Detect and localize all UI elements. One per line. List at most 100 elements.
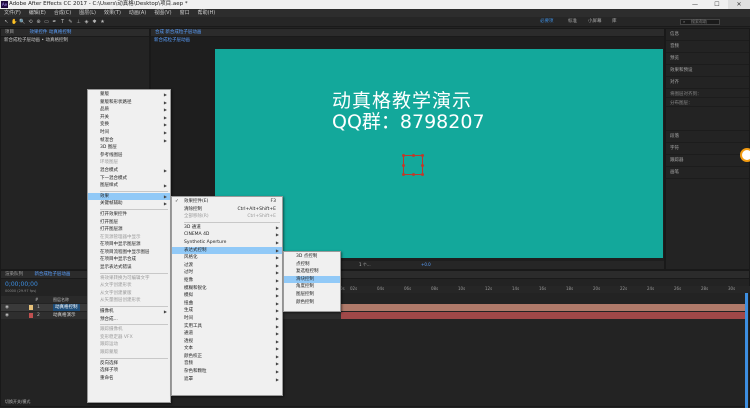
comp-subtab[interactable]: 新合成粒子层动画 bbox=[151, 37, 664, 45]
menu-item[interactable]: 在项目中显示合成 bbox=[88, 256, 170, 264]
viewer-exposure[interactable]: +0.0 bbox=[421, 261, 431, 269]
timeline-footer[interactable]: 切换开关/模式 bbox=[5, 399, 30, 405]
timecode-display[interactable]: 0;00;00;00 bbox=[5, 281, 38, 288]
menu-item[interactable]: 3D 图层 bbox=[88, 144, 170, 152]
menu-effect[interactable]: 效果(T) bbox=[104, 9, 121, 17]
handle-icon[interactable] bbox=[402, 154, 405, 157]
col-layer-name[interactable]: 图层名称 bbox=[53, 296, 69, 303]
menu-item-expression-controls[interactable]: 表达式控制 ▶ bbox=[172, 246, 282, 255]
camera-tool-icon[interactable]: ⊕ bbox=[35, 19, 42, 25]
menu-item[interactable]: 图层控制 bbox=[284, 291, 340, 299]
menu-item[interactable]: 抠像 ▶ bbox=[172, 277, 282, 285]
menu-item[interactable]: 过时 ▶ bbox=[172, 269, 282, 277]
tab-effect-controls[interactable]: 效果控件 动真格控制 bbox=[29, 30, 71, 35]
tab-composition[interactable]: 合成 新合成粒子层动画 bbox=[155, 30, 201, 35]
panel-audio[interactable]: 音频 bbox=[666, 41, 749, 53]
menu-item[interactable]: 过渡 ▶ bbox=[172, 262, 282, 270]
menu-item-effect[interactable]: 效果 ▶ bbox=[88, 192, 170, 201]
null-layer-box[interactable] bbox=[402, 154, 424, 176]
menu-composition[interactable]: 合成(C) bbox=[54, 9, 71, 17]
viewer-views-select[interactable]: 1 个... bbox=[359, 261, 371, 269]
panel-align[interactable]: 对齐 bbox=[666, 77, 749, 89]
menu-item[interactable]: 音频 ▶ bbox=[172, 360, 282, 368]
menu-item[interactable]: 选择子项 bbox=[88, 367, 170, 375]
handle-icon[interactable] bbox=[402, 164, 405, 167]
workspace-standard[interactable]: 标准 bbox=[568, 19, 577, 25]
roto-tool-icon[interactable]: ✱ bbox=[91, 19, 98, 25]
menu-animation[interactable]: 动画(A) bbox=[129, 9, 146, 17]
current-time-indicator[interactable] bbox=[745, 293, 748, 408]
menu-item[interactable]: 在项目流程图中显示图层 bbox=[88, 249, 170, 257]
floating-assistant-icon[interactable] bbox=[740, 148, 750, 162]
handle-icon[interactable] bbox=[421, 173, 424, 176]
menu-item[interactable]: 图层样式 ▶ bbox=[88, 182, 170, 190]
hand-tool-icon[interactable]: ✋ bbox=[11, 19, 18, 25]
layer-name[interactable]: 动真格控制 bbox=[53, 304, 80, 311]
menu-window[interactable]: 窗口 bbox=[180, 9, 190, 17]
menu-item[interactable]: 摄像机 ▶ bbox=[88, 308, 170, 316]
menu-item[interactable]: 重命名 bbox=[88, 375, 170, 383]
eye-icon[interactable]: ◉ bbox=[5, 312, 9, 319]
menu-item[interactable]: 打开效果控件 bbox=[88, 211, 170, 219]
shape-tool-icon[interactable]: ▭ bbox=[43, 19, 50, 25]
menu-item[interactable]: 点控制 bbox=[284, 261, 340, 269]
menu-item[interactable]: 变换 ▶ bbox=[88, 121, 170, 129]
menu-edit[interactable]: 编辑(E) bbox=[29, 9, 46, 17]
brush-tool-icon[interactable]: ✎ bbox=[67, 19, 74, 25]
panel-effects-presets[interactable]: 效果和预设 bbox=[666, 65, 749, 77]
text-tool-icon[interactable]: T bbox=[59, 19, 66, 25]
menu-item[interactable]: 实用工具 ▶ bbox=[172, 323, 282, 331]
menu-item[interactable]: 遮罩 ▶ bbox=[172, 376, 282, 384]
menu-item[interactable]: 蒙版和形状路径 ▶ bbox=[88, 99, 170, 107]
stamp-tool-icon[interactable]: ⊥ bbox=[75, 19, 82, 25]
menu-item[interactable]: 时间 ▶ bbox=[88, 129, 170, 137]
zoom-tool-icon[interactable]: 🔍 bbox=[19, 19, 26, 25]
menu-item[interactable]: 生成 ▶ bbox=[172, 307, 282, 315]
menu-item-slider-control[interactable]: 滑块控制 bbox=[284, 275, 340, 284]
menu-item[interactable]: 品质 ▶ bbox=[88, 106, 170, 114]
tab-timeline-comp[interactable]: 新合成粒子层动画 bbox=[34, 272, 70, 277]
menu-item[interactable]: 帧混合 ▶ bbox=[88, 137, 170, 145]
handle-icon[interactable] bbox=[412, 154, 415, 157]
menu-file[interactable]: 文件(F) bbox=[4, 9, 21, 17]
menu-item[interactable]: 在项目中显示图层源 bbox=[88, 241, 170, 249]
menu-item[interactable]: 3D 通道 ▶ bbox=[172, 224, 282, 232]
puppet-tool-icon[interactable]: ★ bbox=[99, 19, 106, 25]
menu-item[interactable]: 复选框控制 bbox=[284, 268, 340, 276]
search-help-input[interactable]: ⌕ 搜索帮助 bbox=[680, 19, 720, 25]
label-color-swatch[interactable] bbox=[29, 305, 33, 310]
workspace-essentials[interactable]: 必要项 bbox=[540, 19, 554, 25]
menu-view[interactable]: 视图(V) bbox=[154, 9, 171, 17]
menu-item[interactable]: ✓ 效果控件(E) F3 bbox=[172, 198, 282, 206]
menu-item[interactable]: 清除控制 Ctrl+Alt+Shift+E bbox=[172, 206, 282, 214]
menu-item[interactable]: 参考线图层 bbox=[88, 152, 170, 160]
menu-item[interactable]: 时间 ▶ bbox=[172, 315, 282, 323]
panel-paragraph[interactable]: 段落 bbox=[666, 131, 749, 143]
menu-item[interactable]: 模拟 ▶ bbox=[172, 292, 282, 300]
menu-item[interactable]: 关键帧辅助 ▶ bbox=[88, 200, 170, 208]
menu-item[interactable]: 颜色校正 ▶ bbox=[172, 353, 282, 361]
menu-item[interactable]: 风格化 ▶ bbox=[172, 254, 282, 262]
menu-item[interactable]: 杂色和颗粒 ▶ bbox=[172, 368, 282, 376]
menu-item[interactable]: 通道 ▶ bbox=[172, 330, 282, 338]
menu-item[interactable]: 打开图层 bbox=[88, 219, 170, 227]
handle-icon[interactable] bbox=[412, 173, 415, 176]
menu-help[interactable]: 帮助(H) bbox=[198, 9, 216, 17]
eye-icon[interactable]: ◉ bbox=[5, 304, 9, 311]
layer-duration-bar[interactable] bbox=[341, 312, 745, 319]
menu-item[interactable]: Synthetic Aperture ▶ bbox=[172, 239, 282, 247]
panel-preview[interactable]: 预览 bbox=[666, 53, 749, 65]
workspace-small-screen[interactable]: 小屏幕 bbox=[588, 19, 602, 25]
label-color-swatch[interactable] bbox=[29, 313, 33, 318]
menu-item[interactable]: 模糊和锐化 ▶ bbox=[172, 285, 282, 293]
panel-character[interactable]: 字符 bbox=[666, 143, 749, 155]
handle-icon[interactable] bbox=[402, 173, 405, 176]
close-button[interactable]: ✕ bbox=[728, 0, 750, 9]
menu-item[interactable]: 3D 点控制 bbox=[284, 253, 340, 261]
menu-item[interactable]: 混合模式 ▶ bbox=[88, 167, 170, 175]
panel-tracker[interactable]: 跟踪器 bbox=[666, 155, 749, 167]
menu-item[interactable]: 颜色控制 bbox=[284, 299, 340, 307]
menu-item[interactable]: 反向选择 bbox=[88, 360, 170, 368]
menu-item[interactable]: 扭曲 ▶ bbox=[172, 300, 282, 308]
panel-info[interactable]: 信息 bbox=[666, 29, 749, 41]
